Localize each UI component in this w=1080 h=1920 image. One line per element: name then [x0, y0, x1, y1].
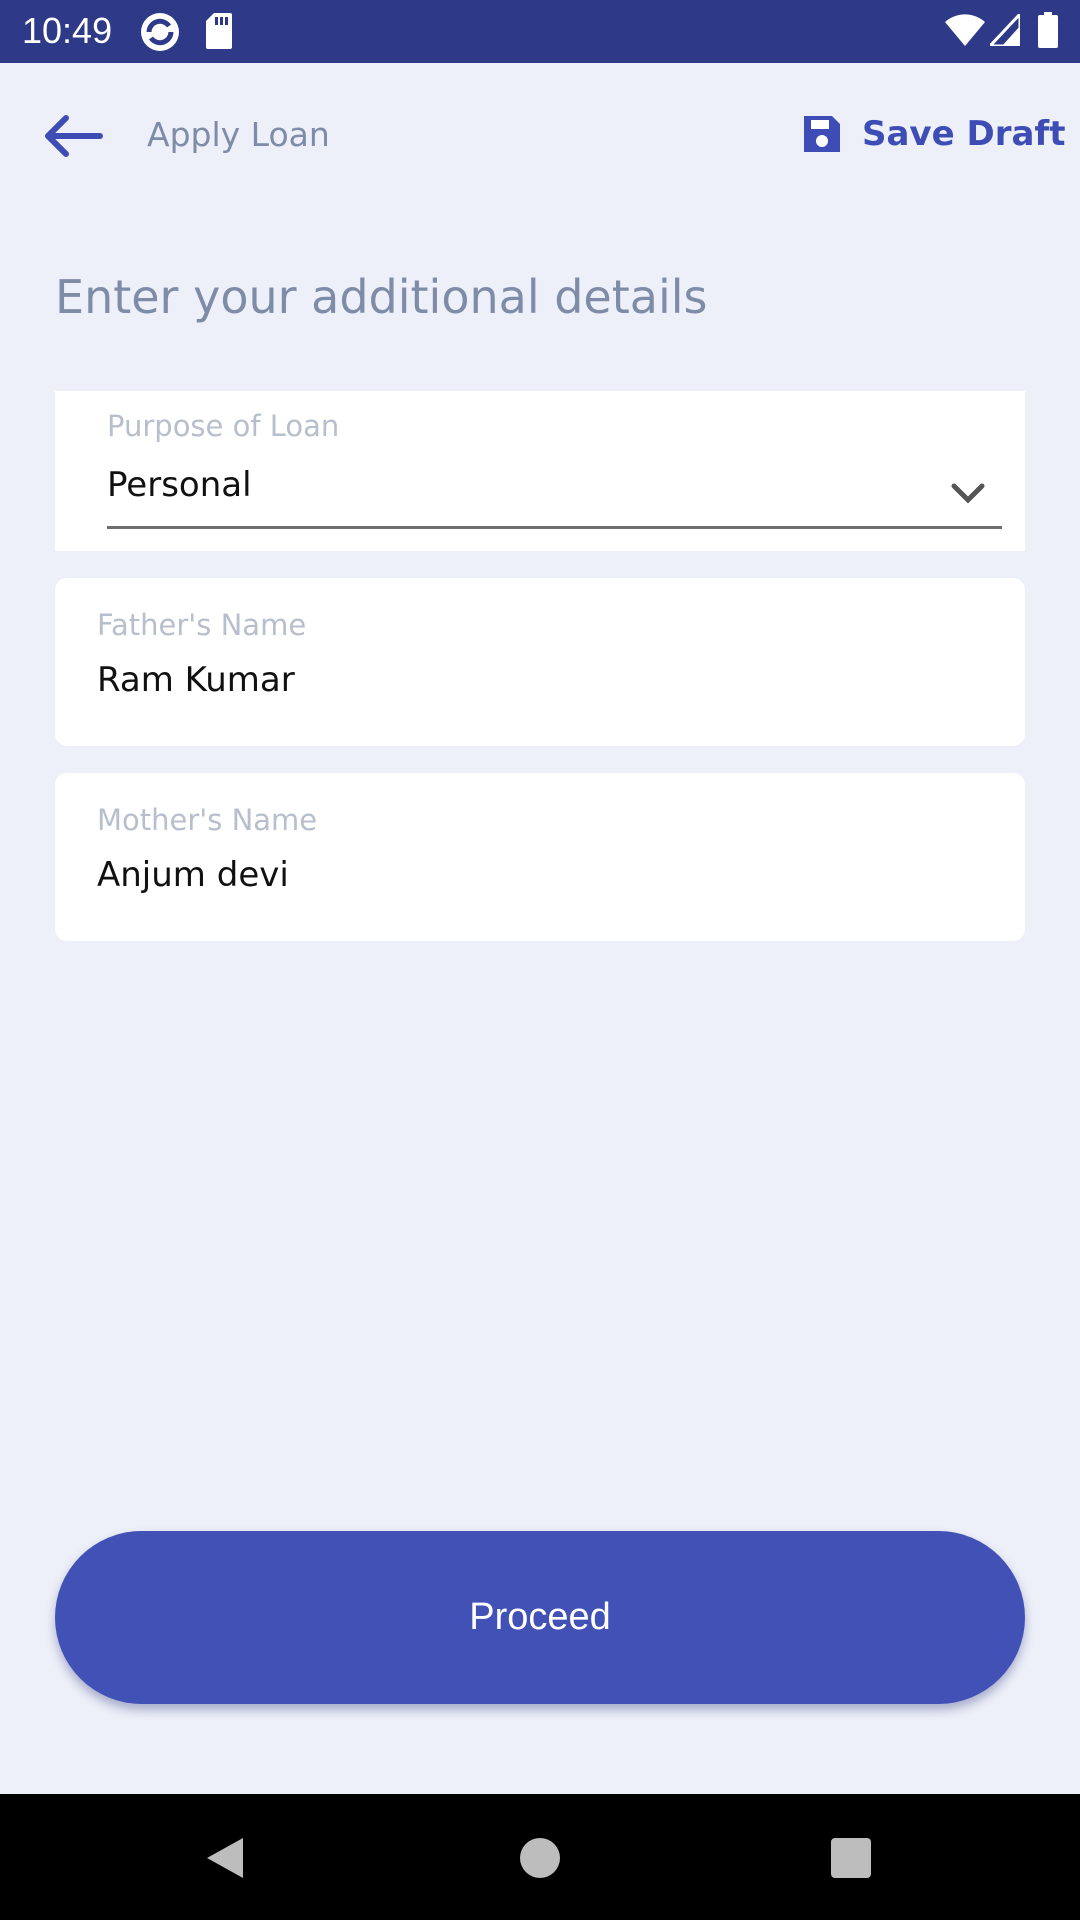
purpose-of-loan-value: Personal [107, 465, 252, 505]
purpose-of-loan-label: Purpose of Loan [107, 409, 340, 443]
screen: 10:49 Apply Loan Save Draft Enter your a… [0, 0, 1080, 1920]
signal-icon [990, 14, 1020, 46]
header-title: Apply Loan [147, 115, 330, 154]
mothers-name-value[interactable]: Anjum devi [97, 855, 289, 895]
mothers-name-field[interactable]: Mother's Name Anjum devi [55, 773, 1025, 941]
nav-back-icon[interactable] [205, 1836, 245, 1880]
dropdown-underline [107, 526, 1002, 529]
battery-icon [1038, 12, 1058, 48]
save-draft-button[interactable]: Save Draft [802, 110, 1065, 158]
sd-card-icon [206, 13, 232, 49]
chevron-down-icon [951, 483, 985, 504]
back-button[interactable] [40, 112, 110, 160]
save-draft-label: Save Draft [862, 114, 1066, 154]
save-icon [804, 116, 840, 152]
proceed-button[interactable]: Proceed [55, 1531, 1025, 1704]
status-time: 10:49 [22, 10, 113, 51]
status-bar: 10:49 [0, 0, 1080, 63]
nav-recents-icon[interactable] [831, 1838, 871, 1878]
mothers-name-label: Mother's Name [97, 803, 318, 837]
sync-icon [141, 13, 179, 51]
wifi-icon [945, 14, 985, 46]
navigation-bar [0, 1794, 1080, 1920]
fathers-name-label: Father's Name [97, 608, 307, 642]
page-heading: Enter your additional details [55, 270, 708, 324]
back-arrow-icon [45, 115, 103, 157]
fathers-name-value[interactable]: Ram Kumar [97, 660, 295, 700]
fathers-name-field[interactable]: Father's Name Ram Kumar [55, 578, 1025, 746]
nav-home-icon[interactable] [520, 1838, 560, 1878]
purpose-of-loan-dropdown[interactable]: Purpose of Loan Personal [55, 391, 1025, 551]
